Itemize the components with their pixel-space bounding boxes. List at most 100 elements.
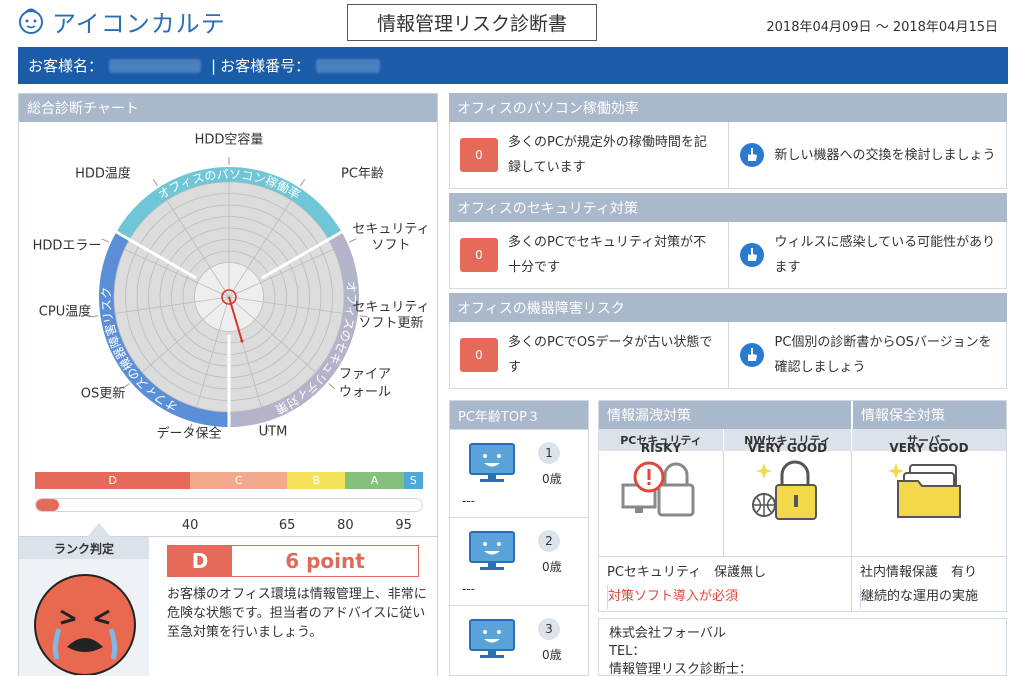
axis-label: UTM — [258, 424, 288, 440]
section-row: 0 多くのPCでセキュリティ対策が不十分です ウィルスに感染している可能性があり… — [449, 222, 1007, 289]
pc-efficiency-section: オフィスのパソコン稼働効率 0 多くのPCが規定外の稼働時間を記録しています 新… — [449, 93, 1007, 189]
pc-rank: 3 — [538, 618, 560, 640]
axis-tick — [101, 238, 110, 243]
rank-scale-C: C — [190, 472, 288, 489]
score-progress-fill — [36, 499, 60, 511]
problem-text: 多くのPCが規定外の稼働時間を記録しています — [508, 135, 707, 175]
pointing-hand-icon — [739, 243, 764, 267]
rank-scale-A: A — [345, 472, 404, 489]
radar-point — [240, 339, 244, 343]
secure-lock-icon — [752, 460, 817, 520]
grade-letter: D — [168, 546, 232, 576]
pc-age-value: 0歳 — [542, 648, 562, 662]
pc-age-item: 3 0歳 — [450, 605, 588, 676]
rank-scale-D: D — [35, 472, 191, 489]
problem-cell: 0 多くのPCでOSデータが古い状態です — [450, 322, 728, 388]
axis-label: CPU温度 — [38, 304, 92, 320]
pc-security-warning: 対策ソフト導入が必須 — [607, 585, 843, 609]
rank-caret — [87, 523, 111, 537]
server-status: VERY GOOD — [889, 441, 969, 455]
pc-security-status: RISKY — [640, 441, 682, 455]
score-tick: 40 — [181, 518, 199, 533]
problem-cell: 0 多くのPCでセキュリティ対策が不十分です — [450, 222, 728, 288]
customer-name-label: お客様名： — [28, 57, 104, 75]
section-row: 0 多くのPCが規定外の稼働時間を記録しています 新しい機器への交換を検討しまし… — [449, 122, 1007, 189]
count-badge: 0 — [460, 338, 498, 372]
rank-scale: DCBAS — [35, 472, 423, 489]
overall-diagnosis-title: 総合診断チャート — [19, 94, 437, 122]
leak-title: 情報漏洩対策 — [599, 401, 851, 429]
risky-lock-icon — [621, 461, 695, 517]
radar-chart-area: オフィスのパソコン稼働率 オフィスのセキュリティ対策 オフィスの機器障害リスク HD… — [19, 122, 437, 502]
problem-text: 多くのPCでセキュリティ対策が不十分です — [508, 235, 707, 275]
grade-description: お客様のオフィス環境は情報管理上、非常に危険な状態です。担当者のアドバイスに従い… — [167, 587, 427, 640]
preserve-notes: 社内情報保護 有り 継続的な運用の実施 — [851, 557, 1006, 611]
pointing-hand-icon — [739, 143, 764, 167]
section-row: 0 多くのPCでOSデータが古い状態です PC個別の診断書からOSバージョンを確… — [449, 322, 1007, 389]
protection-notes: PCセキュリティ 保護無し 対策ソフト導入が必須 社内情報保護 有り 継続的な運… — [599, 557, 1006, 611]
customer-name-redacted — [109, 58, 202, 73]
customer-bar: お客様名： | お客様番号： — [18, 47, 1008, 84]
company-diagnostician: 情報管理リスク診断士： — [609, 662, 753, 676]
pc-age-value: 0歳 — [542, 560, 562, 574]
baby-face-icon — [19, 8, 43, 34]
advice-cell: 新しい機器への交換を検討しましょう — [727, 122, 1007, 188]
company-tel: TEL： — [609, 644, 646, 659]
info-protection-panel: 情報漏洩対策 情報保全対策 PCセキュリティ NWセキュリティ サーバー RIS… — [598, 400, 1007, 612]
preserve-note-2: 継続的な運用の実施 — [860, 585, 998, 609]
pc-age-value: 0歳 — [542, 472, 562, 486]
nw-security-cell: VERY GOOD — [723, 441, 851, 556]
axis-label: OS更新 — [80, 386, 126, 402]
pc-name: --- — [462, 494, 475, 508]
customer-number-label: お客様番号： — [220, 57, 311, 75]
logo-text: アイコンカルテ — [52, 9, 226, 38]
pc-rank: 2 — [538, 530, 560, 552]
pc-rank: 1 — [538, 442, 560, 464]
server-cell: VERY GOOD — [851, 441, 1006, 556]
section-title: オフィスのセキュリティ対策 — [449, 193, 1007, 222]
axis-label: セキュリティソフト — [352, 222, 430, 253]
score-tick: 65 — [278, 518, 296, 533]
pointing-hand-icon — [739, 343, 764, 367]
axis-label: データ保全 — [156, 426, 222, 442]
grade-box: D 6 point — [167, 545, 419, 577]
advice-text: PC個別の診断書からOSバージョンを確認しましょう — [774, 335, 992, 375]
pc-age-top3: PC年齢TOP３ 1 0歳 --- 2 0歳 --- 3 0歳 — [449, 400, 589, 676]
pc-security-note: PCセキュリティ 保護無し — [607, 565, 767, 580]
nw-security-status: VERY GOOD — [747, 441, 828, 455]
problem-text: 多くのPCでOSデータが古い状態です — [508, 335, 713, 375]
document-title: 情報管理リスク診断書 — [347, 4, 597, 41]
rank-label-column: ランク判定 — [19, 537, 149, 676]
protection-icons: RISKY VERY GOOD VERY GOOD — [599, 441, 1006, 557]
pc-security-cell: RISKY — [599, 441, 723, 556]
advice-cell: PC個別の診断書からOSバージョンを確認しましょう — [727, 322, 1007, 388]
rank-label: ランク判定 — [19, 537, 149, 559]
score-tick: 80 — [337, 518, 354, 533]
pc-age-item: 1 0歳 --- — [450, 429, 588, 517]
pc-name: --- — [462, 582, 475, 596]
advice-text: ウィルスに感染している可能性があります — [774, 235, 996, 275]
axis-label: HDD温度 — [75, 166, 131, 182]
date-range: 2018年04月09日 ～ 2018年04月15日 — [766, 20, 998, 35]
customer-separator: | — [211, 56, 217, 75]
section-title: オフィスのパソコン稼働効率 — [449, 93, 1007, 122]
crying-face-icon — [34, 574, 136, 675]
score-tick: 95 — [395, 518, 412, 533]
score-progress-bar — [35, 498, 423, 512]
pc-security-notes: PCセキュリティ 保護無し 対策ソフト導入が必須 — [599, 557, 851, 611]
advice-cell: ウィルスに感染している可能性があります — [727, 222, 1007, 288]
axis-tick — [90, 315, 99, 318]
logo: アイコンカルテ — [16, 5, 226, 38]
preserve-note-1: 社内情報保護 有り — [860, 565, 978, 580]
axis-label: セキュリティソフト更新 — [352, 300, 430, 331]
count-badge: 0 — [460, 238, 498, 272]
overall-diagnosis-panel: 総合診断チャート オフィスのパソコン稼働率 オフィスのセキュリティ対策 オフィスの機… — [18, 93, 438, 676]
count-badge: 0 — [460, 138, 498, 172]
axis-label: PC年齢 — [341, 166, 384, 182]
rank-judgement: ランク判定 D 6 point お客様のオフィス環境は情報管理上、非常に危険な状… — [19, 523, 437, 676]
axis-label: HDD空容量 — [194, 132, 264, 148]
page-header: アイコンカルテ 情報管理リスク診断書 2018年04月09日 ～ 2018年04… — [0, 0, 1016, 46]
preserve-title: 情報保全対策 — [853, 401, 1006, 429]
problem-cell: 0 多くのPCが規定外の稼働時間を記録しています — [450, 122, 728, 188]
monitor-icon — [469, 443, 515, 482]
